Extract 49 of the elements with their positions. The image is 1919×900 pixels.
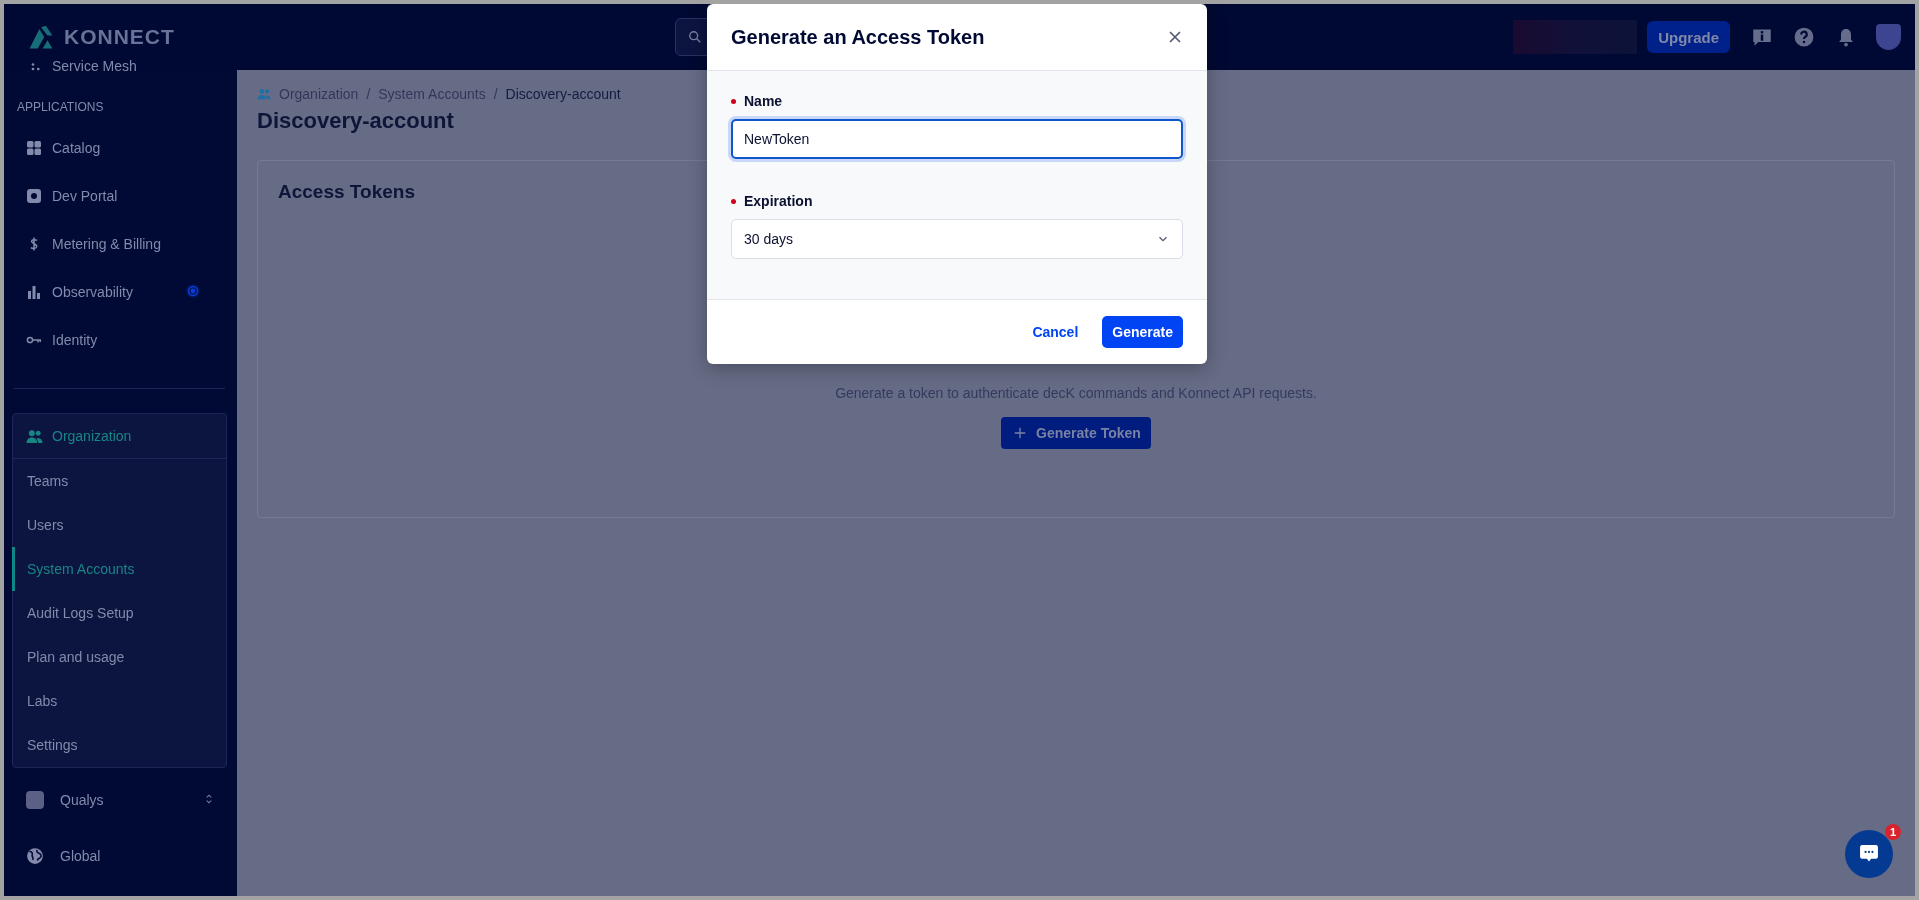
breadcrumb-separator: / <box>366 86 371 102</box>
field-label: Name <box>744 93 783 109</box>
sidebar-item[interactable]: Catalog <box>4 124 237 172</box>
plus-icon <box>1013 426 1028 440</box>
region-switcher[interactable]: Global <box>4 832 237 880</box>
sidebar-item[interactable]: Identity <box>4 316 237 364</box>
portal-icon <box>26 188 42 204</box>
submenu-item[interactable]: Plan and usage <box>12 635 226 679</box>
field-label: Expiration <box>744 193 813 209</box>
search-icon <box>687 30 702 44</box>
cancel-button[interactable]: Cancel <box>1026 318 1085 346</box>
submenu-item[interactable]: Labs <box>12 679 226 723</box>
name-input[interactable]: NewToken <box>731 119 1183 159</box>
close-button[interactable] <box>1167 29 1183 45</box>
logo-icon <box>28 24 54 50</box>
dialog-title: Generate an Access Token <box>731 25 986 49</box>
sidebar-item[interactable]: Dev Portal <box>4 172 237 220</box>
page-title: Discovery-account <box>257 108 455 134</box>
expiration-select[interactable]: 30 days <box>731 219 1183 259</box>
section-heading: APPLICATIONS <box>16 99 105 116</box>
close-icon <box>1167 29 1183 45</box>
generate-token-button[interactable]: Generate Token <box>1001 417 1151 449</box>
generate-button[interactable]: Generate <box>1102 316 1183 348</box>
workspace-switcher[interactable]: Qualys <box>4 776 237 824</box>
sidebar-item[interactable]: Metering & Billing <box>4 220 237 268</box>
sidebar-item[interactable]: Service Mesh <box>52 58 137 74</box>
breadcrumb-current: Discovery-account <box>505 86 621 102</box>
organization-header[interactable]: Organization <box>13 414 226 459</box>
workspace-icon <box>26 791 44 809</box>
submenu-item[interactable]: Users <box>12 503 226 547</box>
logo-text: KONNECT <box>64 25 175 49</box>
info-icon <box>1752 27 1772 47</box>
submenu-item[interactable]: Audit Logs Setup <box>12 591 226 635</box>
bar-chart-icon <box>26 284 42 300</box>
status-icon <box>185 282 201 299</box>
submenu-item[interactable]: Teams <box>12 459 226 503</box>
help-icon <box>1794 27 1814 47</box>
breadcrumb-separator: / <box>493 86 498 102</box>
globe-icon <box>26 847 44 865</box>
users-icon <box>257 87 271 101</box>
upgrade-button[interactable]: Upgrade <box>1647 21 1730 53</box>
sidebar-item[interactable]: Observability <box>4 268 237 316</box>
dots-icon <box>30 60 42 72</box>
users-icon <box>26 427 43 445</box>
notification-badge: 1 <box>1885 824 1901 840</box>
submenu-item[interactable]: System Accounts <box>12 547 226 591</box>
submenu-item[interactable]: Settings <box>12 723 226 767</box>
grid-icon <box>26 140 42 156</box>
card-title: Access Tokens <box>278 181 415 203</box>
